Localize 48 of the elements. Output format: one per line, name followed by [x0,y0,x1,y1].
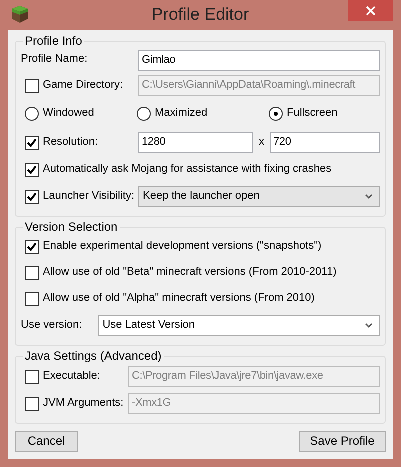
checkbox-label: Enable experimental development versions ("snapshots") [43,240,322,254]
checkbox[interactable] [25,162,39,176]
checkbox[interactable] [25,370,39,384]
checkbox-label: Resolution: [43,136,100,150]
window-title: Profile Editor [152,5,250,24]
radio-button[interactable] [137,107,151,121]
checkbox-label: Game Directory: [43,78,124,92]
text-field[interactable]: C:\Users\Gianni\AppData\Roaming\.minecraft [138,75,380,96]
grass-block-icon [12,6,28,23]
field-label: Use version: [21,318,84,332]
checkbox[interactable] [25,78,39,92]
dropdown[interactable]: Use Latest Version [98,315,380,336]
radio-label: Windowed [43,107,94,121]
checkbox[interactable] [25,266,39,280]
text-field[interactable]: 720 [270,132,380,153]
dialog-button[interactable]: Save Profile [299,431,386,452]
radio-button[interactable] [25,107,39,121]
group-title: Profile Info [24,34,84,48]
text-field[interactable]: Gimlao [138,50,380,70]
radio-button[interactable] [269,107,283,121]
chevron-down-icon [365,194,373,199]
dropdown-value: Use Latest Version [102,318,196,332]
separator-label: x [259,136,264,150]
group-title: Version Selection [24,220,119,234]
checkbox[interactable] [25,292,39,306]
dialog-button[interactable]: Cancel [15,431,78,452]
close-icon [366,6,376,16]
checkbox-label: Automatically ask Mojang for assistance with fixing crashes [43,162,332,176]
checkbox[interactable] [25,396,39,410]
field-label: Profile Name: [21,53,89,67]
checkbox-label: Executable: [43,370,102,384]
dropdown[interactable]: Keep the launcher open [138,186,380,207]
radio-label: Maximized [155,107,208,121]
checkbox-label: Launcher Visibility: [43,190,136,204]
checkbox[interactable] [25,136,39,150]
checkbox[interactable] [25,190,39,204]
checkbox-label: Allow use of old "Beta" minecraft versions (From 2010-2011) [43,266,337,280]
chevron-down-icon [365,323,373,328]
checkbox[interactable] [25,240,39,254]
dropdown-value: Keep the launcher open [143,190,260,204]
text-field[interactable]: -Xmx1G [128,393,380,414]
checkbox-label: JVM Arguments: [43,396,125,410]
radio-label: Fullscreen [287,107,338,121]
close-button[interactable] [348,0,393,21]
group-title: Java Settings (Advanced) [24,349,163,363]
text-field[interactable]: C:\Program Files\Java\jre7\bin\javaw.exe [128,366,380,387]
checkbox-label: Allow use of old "Alpha" minecraft versions (From 2010) [43,292,315,306]
text-field[interactable]: 1280 [138,132,253,153]
